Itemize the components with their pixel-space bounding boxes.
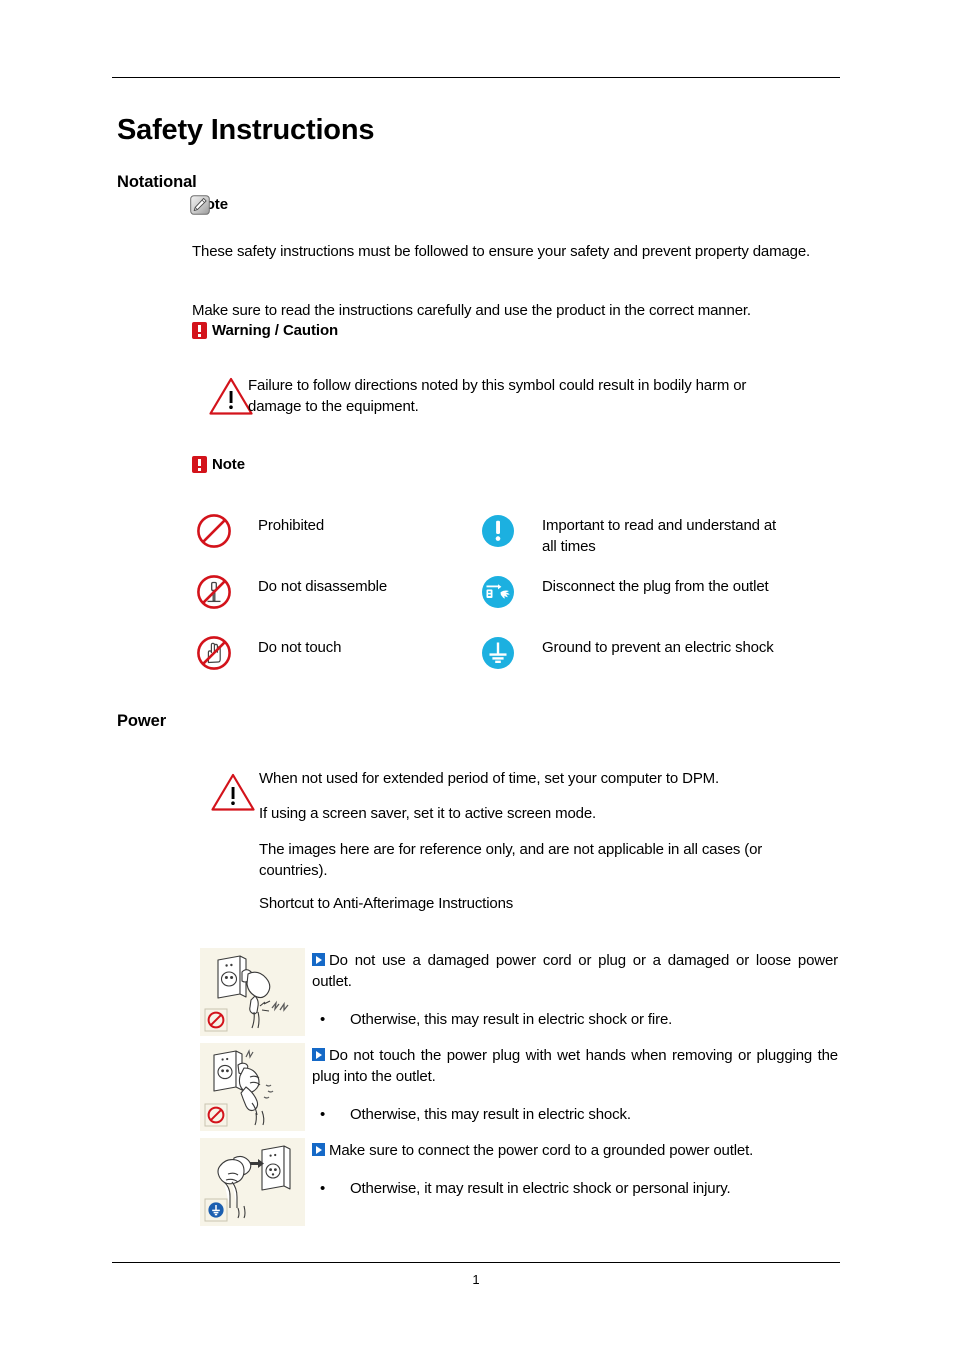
power-line-4: Shortcut to Anti-Afterimage Instructions (259, 895, 514, 912)
notational-paragraph-2: Make sure to read the instructions caref… (192, 302, 751, 319)
warning-text: Failure to follow directions noted by th… (248, 377, 747, 415)
power-line-2: If using a screen saver, set it to activ… (259, 805, 597, 822)
instruction-sub-text: • Otherwise, this may result in electric … (312, 1104, 840, 1125)
instruction-main-label: Do not touch the power plug with wet han… (312, 1047, 838, 1085)
legend-label: Do not disassemble (258, 578, 388, 595)
warning-caution-callout: Warning / Caution (192, 322, 338, 339)
blue-arrow-marker-icon (312, 953, 325, 966)
note-callout-2: Note (192, 456, 245, 473)
section-heading-notational: Notational (117, 173, 197, 191)
legend-label: Do not touch (258, 639, 342, 656)
instruction-sub-text: • Otherwise, it may result in electric sh… (312, 1178, 840, 1199)
blue-arrow-marker-icon (312, 1048, 325, 1061)
power-line-1: When not used for extended period of tim… (259, 770, 720, 787)
legend-label: Disconnect the plug from the outlet (542, 578, 769, 595)
instruction-main-text: Make sure to connect the power cord to a… (312, 1140, 840, 1161)
grounded-outlet-illustration (200, 1138, 305, 1226)
instruction-list: Do not use a damaged power cord or plug … (200, 948, 840, 1233)
do-not-touch-icon (196, 635, 232, 671)
memo-pencil-icon (190, 194, 210, 215)
ground-icon (480, 635, 516, 671)
notational-paragraph-1: These safety instructions must be follow… (192, 243, 811, 260)
note-label-2: Note (212, 456, 245, 473)
instruction-sub-label: Otherwise, this may result in electric s… (350, 1106, 631, 1123)
document-page: Safety Instructions Notational Note Thes… (0, 0, 954, 1350)
instruction-main-text: Do not use a damaged power cord or plug … (312, 950, 840, 992)
instruction-main-text: Do not touch the power plug with wet han… (312, 1045, 840, 1087)
prohibited-icon (196, 513, 232, 549)
section-heading-power: Power (117, 712, 167, 730)
bullet-glyph: • (320, 1180, 326, 1197)
footer-divider (112, 1262, 840, 1263)
note-callout: Note (190, 194, 228, 215)
bullet-glyph: • (320, 1011, 326, 1028)
legend-item-prohibited: Prohibited (196, 513, 506, 574)
instruction-row: Do not use a damaged power cord or plug … (200, 948, 840, 1036)
legend-label: Ground to prevent an electric shock (542, 639, 774, 656)
legend-label: Important to read and understand at all … (542, 517, 777, 555)
legend-item-do-not-disassemble: Do not disassemble (196, 574, 506, 635)
disconnect-plug-icon (480, 574, 516, 610)
page-number: 1 (472, 1272, 480, 1287)
instruction-row: Do not touch the power plug with wet han… (200, 1043, 840, 1131)
legend-item-disconnect-plug: Disconnect the plug from the outlet (480, 574, 790, 635)
instruction-main-label: Do not use a damaged power cord or plug … (312, 952, 838, 990)
wet-hands-plug-illustration (200, 1043, 305, 1131)
legend-item-ground: Ground to prevent an electric shock (480, 635, 790, 696)
instruction-main-label: Make sure to connect the power cord to a… (329, 1142, 754, 1159)
legend-column-right: Important to read and understand at all … (480, 513, 790, 696)
legend-item-important: Important to read and understand at all … (480, 513, 790, 574)
important-exclamation-icon (480, 513, 516, 549)
header-divider (112, 77, 840, 78)
instruction-sub-label: Otherwise, it may result in electric sho… (350, 1180, 731, 1197)
page-title: Safety Instructions (117, 114, 375, 146)
power-line-3: The images here are for reference only, … (259, 841, 763, 879)
instruction-text-block: Do not touch the power plug with wet han… (312, 1043, 840, 1125)
warning-triangle-icon (210, 772, 256, 817)
bullet-glyph: • (320, 1106, 326, 1123)
instruction-row: Make sure to connect the power cord to a… (200, 1138, 840, 1226)
legend-item-do-not-touch: Do not touch (196, 635, 506, 696)
legend-label: Prohibited (258, 517, 325, 534)
warning-caution-label: Warning / Caution (212, 322, 339, 339)
damaged-plug-and-outlet-illustration (200, 948, 305, 1036)
instruction-text-block: Make sure to connect the power cord to a… (312, 1138, 840, 1199)
instruction-text-block: Do not use a damaged power cord or plug … (312, 948, 840, 1030)
blue-arrow-marker-icon (312, 1143, 325, 1156)
red-exclamation-icon (192, 456, 207, 473)
legend-column-left: Prohibited Do not disassemble Do not tou… (196, 513, 506, 696)
do-not-disassemble-icon (196, 574, 232, 610)
instruction-sub-text: • Otherwise, this may result in electric … (312, 1009, 840, 1030)
instruction-sub-label: Otherwise, this may result in electric s… (350, 1011, 673, 1028)
red-exclamation-icon (192, 322, 207, 339)
